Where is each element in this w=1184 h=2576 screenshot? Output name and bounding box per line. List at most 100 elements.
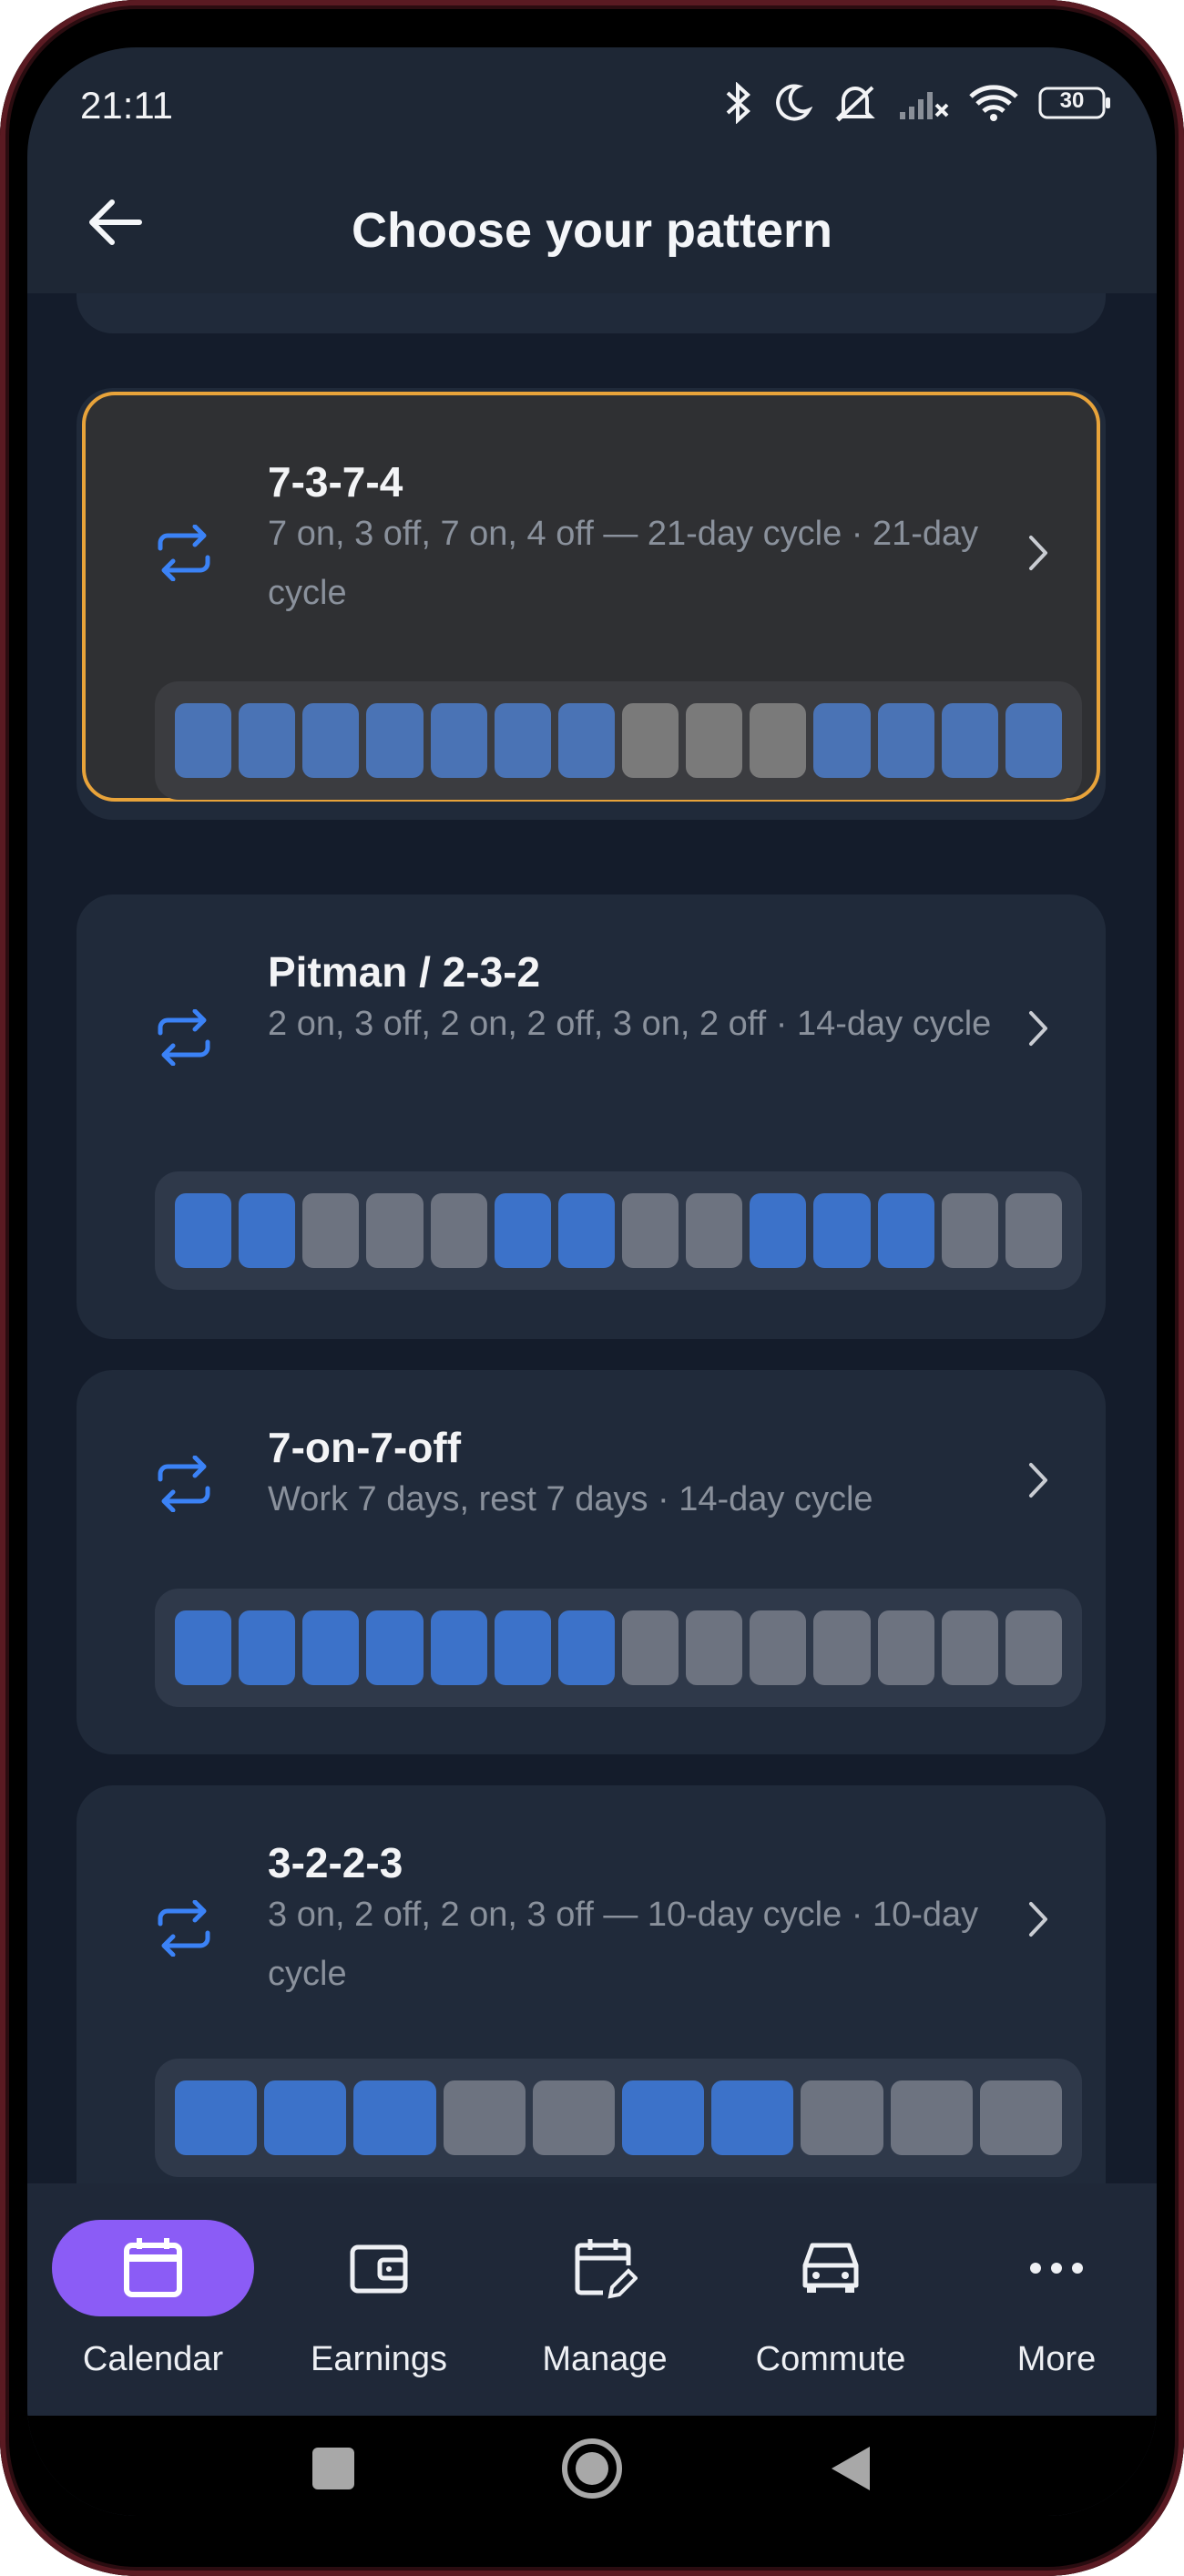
work-day-cell — [366, 703, 424, 778]
chevron-right-icon — [1026, 534, 1051, 577]
work-day-cell — [175, 1610, 232, 1685]
off-day-cell — [621, 1610, 679, 1685]
nav-item-earnings[interactable]: Earnings — [266, 2183, 492, 2416]
nav-item-manage[interactable]: Manage — [492, 2183, 718, 2416]
repeat-icon — [155, 1455, 213, 1517]
chevron-right-icon — [1026, 1461, 1051, 1504]
mute-icon — [832, 82, 878, 124]
chevron-right-icon — [1026, 1900, 1051, 1943]
work-day-cell — [175, 2080, 258, 2155]
pattern-card[interactable]: 3-2-2-3 3 on, 2 off, 2 on, 3 off — 10-da… — [77, 1785, 1106, 2183]
off-day-cell — [443, 2080, 526, 2155]
work-day-cell — [557, 703, 615, 778]
pattern-card-content: Pitman / 2-3-2 2 on, 3 off, 2 on, 2 off,… — [77, 894, 1106, 1339]
more-dots-icon — [1025, 2236, 1088, 2305]
wallet-icon — [347, 2236, 411, 2305]
repeat-icon — [155, 524, 213, 586]
circle-home-icon — [560, 2437, 624, 2505]
work-day-cell — [239, 1610, 296, 1685]
work-day-cell — [941, 703, 998, 778]
signal-icon — [898, 85, 949, 121]
off-day-cell — [941, 1610, 998, 1685]
pattern-card[interactable]: 7-on-7-off Work 7 days, rest 7 days · 14… — [77, 1370, 1106, 1754]
moon-icon — [772, 83, 812, 123]
recents-button[interactable] — [297, 2434, 370, 2507]
battery-level: 30 — [1059, 88, 1085, 113]
pattern-subtitle: 3 on, 2 off, 2 on, 3 off — 10-day cycle … — [268, 1896, 979, 1993]
triangle-back-icon — [828, 2443, 873, 2499]
work-day-cell — [239, 1193, 296, 1268]
off-day-cell — [686, 1610, 743, 1685]
wifi-icon — [969, 84, 1018, 122]
off-day-cell — [430, 1193, 487, 1268]
pattern-title: Pitman / 2-3-2 — [268, 948, 541, 996]
off-day-cell — [801, 2080, 883, 2155]
work-day-cell — [711, 2080, 794, 2155]
off-day-cell — [941, 1193, 998, 1268]
off-day-cell — [813, 1610, 871, 1685]
pattern-title: 7-on-7-off — [268, 1424, 462, 1471]
work-day-cell — [1005, 703, 1062, 778]
off-day-cell — [621, 703, 679, 778]
work-day-cell — [750, 1193, 807, 1268]
pattern-card-content: 3-2-2-3 3 on, 2 off, 2 on, 3 off — 10-da… — [77, 1785, 1106, 2183]
pattern-card[interactable]: 7-3-7-4 7 on, 3 off, 7 on, 4 off — 21-da… — [77, 388, 1106, 820]
off-day-cell — [621, 1193, 679, 1268]
battery-icon: 30 — [1038, 85, 1111, 121]
work-day-cell — [264, 2080, 347, 2155]
previous-card-edge — [77, 293, 1106, 333]
pattern-subtitle: 7 on, 3 off, 7 on, 4 off — 21-day cycle … — [268, 515, 979, 612]
nav-item-calendar[interactable]: Calendar — [40, 2183, 266, 2416]
nav-label: More — [1016, 2340, 1097, 2378]
work-day-cell — [175, 1193, 232, 1268]
nav-label: Earnings — [311, 2340, 447, 2378]
work-day-cell — [366, 1610, 424, 1685]
work-day-cell — [302, 703, 360, 778]
work-day-cell — [494, 703, 551, 778]
pattern-subtitle: Work 7 days, rest 7 days · 14-day cycle — [268, 1480, 873, 1518]
work-day-cell — [877, 703, 934, 778]
work-day-cell — [430, 1610, 487, 1685]
page-title: Choose your pattern — [351, 203, 833, 258]
off-day-cell — [750, 1610, 807, 1685]
work-day-cell — [877, 1193, 934, 1268]
work-day-cell — [494, 1610, 551, 1685]
work-day-cell — [557, 1193, 615, 1268]
off-day-cell — [1005, 1610, 1062, 1685]
app-bar: Choose your pattern — [27, 157, 1157, 293]
home-button[interactable] — [556, 2434, 628, 2507]
bluetooth-icon — [725, 82, 752, 124]
work-day-cell — [813, 703, 871, 778]
off-day-cell — [877, 1610, 934, 1685]
back-nav-button[interactable] — [814, 2434, 887, 2507]
off-day-cell — [532, 2080, 616, 2155]
work-day-cell — [557, 1610, 615, 1685]
status-time: 21:11 — [80, 84, 173, 127]
work-day-cell — [353, 2080, 436, 2155]
pattern-list[interactable]: 7-3-7-4 7 on, 3 off, 7 on, 4 off — 21-da… — [27, 293, 1157, 2183]
repeat-icon — [155, 1008, 213, 1070]
phone-frame: 21:11 30 Choose your pattern 7-3-7-4 7 o… — [0, 0, 1184, 2576]
pattern-card-content: 7-on-7-off Work 7 days, rest 7 days · 14… — [77, 1370, 1106, 1754]
work-day-cell — [175, 703, 232, 778]
work-day-cell — [430, 703, 487, 778]
cycle-preview — [155, 681, 1082, 800]
off-day-cell — [302, 1193, 360, 1268]
work-day-cell — [239, 703, 296, 778]
work-day-cell — [813, 1193, 871, 1268]
off-day-cell — [366, 1193, 424, 1268]
nav-label: Calendar — [82, 2340, 224, 2378]
nav-item-more[interactable]: More — [944, 2183, 1157, 2416]
bottom-navigation: Calendar Earnings Manage Commute More — [27, 2183, 1157, 2416]
chevron-right-icon — [1026, 1009, 1051, 1052]
status-icons: 30 — [725, 82, 1111, 124]
pattern-card[interactable]: Pitman / 2-3-2 2 on, 3 off, 2 on, 2 off,… — [77, 894, 1106, 1339]
off-day-cell — [750, 703, 807, 778]
off-day-cell — [1005, 1193, 1062, 1268]
screen: 21:11 30 Choose your pattern 7-3-7-4 7 o… — [27, 47, 1157, 2516]
cycle-preview — [155, 1589, 1082, 1707]
calendar-edit-icon — [572, 2236, 638, 2306]
work-day-cell — [494, 1193, 551, 1268]
off-day-cell — [890, 2080, 973, 2155]
nav-item-commute[interactable]: Commute — [718, 2183, 944, 2416]
